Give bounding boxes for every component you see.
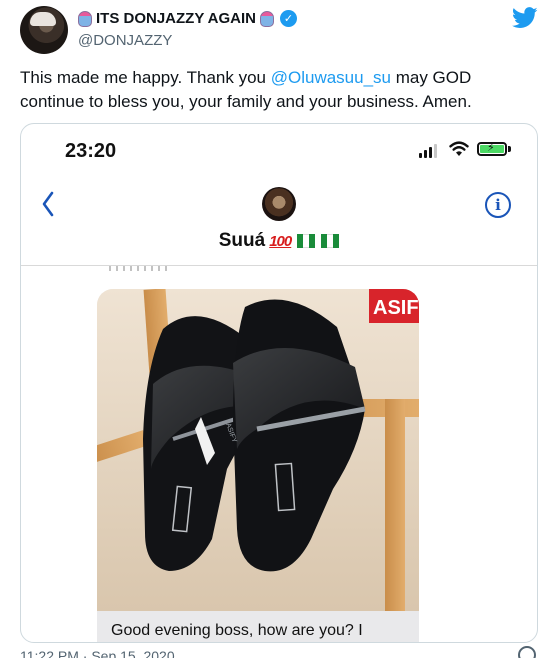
nigeria-flag-icon	[321, 234, 340, 248]
author-avatar[interactable]	[20, 6, 68, 54]
info-action-icon[interactable]	[518, 646, 536, 658]
contact-avatar[interactable]	[262, 187, 296, 221]
contact-name-text: Suuá	[218, 230, 266, 251]
header-divider	[21, 265, 537, 266]
back-chevron-icon[interactable]	[41, 190, 55, 218]
photo-brand-text: ASIF	[373, 297, 419, 319]
author-name-line[interactable]: ITS DONJAZZY AGAIN ✓	[78, 10, 298, 27]
emoji-icon	[260, 10, 275, 27]
verified-badge-icon: ✓	[280, 10, 298, 27]
author-handle[interactable]: @DONJAZZY	[78, 32, 172, 49]
tweet-card: ITS DONJAZZY AGAIN ✓ @DONJAZZY This made…	[0, 0, 552, 658]
mention-link[interactable]: @Oluwasuu_su	[271, 68, 391, 87]
contact-name[interactable]: Suuá 100	[21, 230, 537, 252]
twitter-bird-icon[interactable]	[512, 7, 538, 29]
emoji-icon	[78, 10, 92, 27]
slippers-photo[interactable]: ASIF ASIFY	[97, 289, 419, 611]
phone-status-time: 23:20	[65, 140, 117, 162]
tweet-timestamp[interactable]: 11:22 PM · Sep 15, 2020	[20, 648, 175, 658]
battery-icon	[477, 141, 507, 156]
info-icon[interactable]: i	[485, 192, 511, 218]
cellular-signal-icon	[419, 144, 437, 158]
message-text: Good evening boss, how are you? I	[111, 622, 363, 639]
battery-cap	[508, 146, 511, 152]
author-display-name[interactable]: ITS DONJAZZY AGAIN	[96, 10, 256, 27]
tweet-text-start: This made me happy. Thank you	[20, 68, 271, 87]
wifi-icon	[449, 141, 469, 156]
hundred-points-emoji: 100	[269, 232, 292, 250]
tweet-text: This made me happy. Thank you @Oluwasuu_…	[20, 66, 540, 114]
tweet-media-image[interactable]: 23:20 i Suuá 100	[20, 123, 538, 643]
message-bubble[interactable]: ASIF ASIFY Good evening boss, how are yo…	[97, 289, 419, 642]
nigeria-flag-icon	[297, 234, 316, 248]
previous-message-fragment	[109, 266, 169, 271]
